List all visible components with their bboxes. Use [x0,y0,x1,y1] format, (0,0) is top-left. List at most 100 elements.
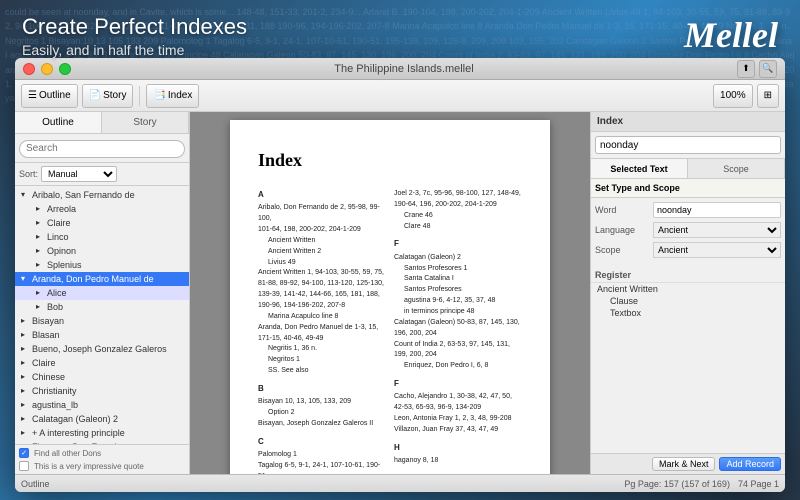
tab-selected-text[interactable]: Selected Text [591,159,688,178]
index-entry: Tagalog 6-5, 9-1, 24-1, 107-10-61, 190-5… [258,461,386,474]
headline-block: Create Perfect Indexes Easily, and in ha… [22,14,247,58]
index-search-input[interactable] [595,136,781,154]
checkbox-quote[interactable] [19,461,29,471]
checkbox-all[interactable]: ✓ [19,448,29,458]
zoom-btn[interactable]: 100% [713,84,753,108]
outline-item-enriquez[interactable]: ▸ + A interesting principle [15,426,189,440]
add-record-button[interactable]: Add Record [719,457,781,471]
language-label: Language [595,225,650,235]
headline-sub: Easily, and in half the time [22,42,247,58]
panel-search-area [15,134,189,163]
index-sub: Enriquez, Don Pedro I, 6, 8 [404,361,522,372]
index-panel-footer: Mark & Next Add Record [591,453,785,474]
outline-item-bob[interactable]: ▸ Bob [15,300,189,314]
outline-item-agustina[interactable]: ▸ agustina_lb [15,398,189,412]
outline-item-label: Christianity [32,386,77,396]
outline-item-c-claire[interactable]: ▸ Claire [15,356,189,370]
search-input[interactable] [19,140,185,158]
index-sub: Santa Catalina I [404,274,522,285]
language-row: Language Ancient Modern [595,222,781,238]
letter-f2: F [394,378,522,390]
index-entry: Villazon, Juan Fray 37, 43, 47, 49 [394,425,522,436]
outline-item-blasan[interactable]: ▸ Blasan [15,328,189,342]
outline-item-bisayan[interactable]: ▸ Bisayan [15,314,189,328]
index-col-right-spacer: Joel 2-3, 7c, 95-96, 98-100, 127, 148-49… [394,189,522,467]
index-sub: Negritos 1 [268,355,386,366]
language-select[interactable]: Ancient Modern [653,222,781,238]
index-entry: 42-53, 65-93, 96-9, 134-209 [394,403,522,414]
scope-row: Scope Ancient Clause Textbox [595,242,781,258]
index-sub: Santos Profesores [404,285,522,296]
outline-item-label: Bisayan [32,316,64,326]
outline-item-chinese[interactable]: ▸ Chinese [15,370,189,384]
tab-scope[interactable]: Scope [688,159,785,178]
tab-outline[interactable]: Outline [15,112,102,133]
expand-arrow-icon: ▸ [21,316,29,325]
outline-item-label: Claire [47,218,71,228]
index-sub: Negritis 1, 36 n. [268,344,386,355]
index-entry: 81-88, 89-92, 94-100, 113-120, 125-130, [258,279,386,290]
index-sub: Ancient Written [268,236,386,247]
outline-item-aranda[interactable]: ▾ Aranda, Don Pedro Manuel de [15,272,189,286]
panel-tabs: Outline Story [15,112,189,134]
outline-status: Outline [21,479,50,489]
outline-item-splenius[interactable]: ▸ Splenius [15,258,189,272]
mark-next-button[interactable]: Mark & Next [652,457,716,471]
story-icon: 📄 [89,90,101,101]
outline-item-alice[interactable]: ▸ Alice [15,286,189,300]
index-sub: Clare 48 [404,222,522,233]
scope-label: Scope [595,245,650,255]
index-entry: 190-96, 194-196-202, 207-8 [258,301,386,312]
maximize-button[interactable] [59,63,71,75]
item-label: Clause [610,296,638,306]
minimize-button[interactable] [41,63,53,75]
toolbar-story-btn[interactable]: 📄 Story [82,84,134,108]
outline-item-claire[interactable]: ▸ Claire [15,216,189,230]
toolbar-index-btn[interactable]: 📑 Index [146,84,199,108]
share-icon[interactable]: ⬆ [737,60,755,78]
outline-item-label: Claire [32,358,56,368]
index-entry: Aribalo, Don Fernando de 2, 95-98, 99-10… [258,203,386,225]
outline-item-bueno[interactable]: ▸ Bueno, Joseph Gonzalez Galeros [15,342,189,356]
index-panel-list: Register Ancient Written Clause Textbox [591,266,785,453]
sort-select[interactable]: Manual Alphabetical [41,166,117,182]
outline-item-arreola[interactable]: ▸ Arreola [15,202,189,216]
index-search-area [591,132,785,159]
index-entry: haganoy 8, 18 [394,456,522,467]
outline-item-calatagan-galeon[interactable]: ▸ Calatagan (Galeon) 2 [15,412,189,426]
index-panel-item-textbox[interactable]: Textbox [591,307,785,319]
index-panel-item-ancient[interactable]: Ancient Written [591,283,785,295]
index-sub: Livius 49 [268,258,386,269]
right-panel-form: Word Language Ancient Modern Scope Ancie… [591,198,785,266]
letter-h: H [394,442,522,454]
index-sub: Santos Profesores 1 [404,264,522,275]
search-icon[interactable]: 🔍 [759,60,777,78]
index-col-right: Joel 2-3, 7c, 95-96, 98-100, 127, 148-49… [394,183,522,474]
outline-item-aribalo[interactable]: ▾ Aribalo, San Fernando de [15,188,189,202]
outline-item-label: Alice [47,288,67,298]
expand-arrow-icon: ▸ [21,330,29,339]
titlebar: The Philippine Islands.mellel ⬆ 🔍 [15,58,785,80]
outline-item-label: Splenius [47,260,82,270]
index-entry: Bisayan 10, 13, 105, 133, 209 [258,397,386,408]
close-button[interactable] [23,63,35,75]
index-entry: Count of India 2, 63-53, 97, 145, 131, [394,340,522,351]
item-label: Ancient Written [597,284,658,294]
view-btn[interactable]: ⊞ [757,84,779,108]
outline-item-opinon[interactable]: ▸ Opinon [15,244,189,258]
document-area[interactable]: Index A Aribalo, Don Fernando de 2, 95-9… [190,112,590,474]
letter-c: C [258,436,386,448]
status-bar: Outline Pg Page: 157 (157 of 169) 74 Pag… [15,474,785,492]
tab-story[interactable]: Story [102,112,189,133]
content-area: Outline Story Sort: Manual Alphabetical … [15,112,785,474]
headline-main: Create Perfect Indexes [22,14,247,40]
scope-select[interactable]: Ancient Clause Textbox [653,242,781,258]
index-panel-tabs: Selected Text Scope [591,159,785,179]
outline-item-label: + A interesting principle [32,428,125,438]
index-panel-item-clause[interactable]: Clause [591,295,785,307]
word-input[interactable] [653,202,781,218]
toolbar-outline-btn[interactable]: ☰ Outline [21,84,78,108]
outline-item-christianity[interactable]: ▸ Christianity [15,384,189,398]
outline-item-linco[interactable]: ▸ Linco [15,230,189,244]
expand-arrow-icon: ▸ [36,288,44,297]
